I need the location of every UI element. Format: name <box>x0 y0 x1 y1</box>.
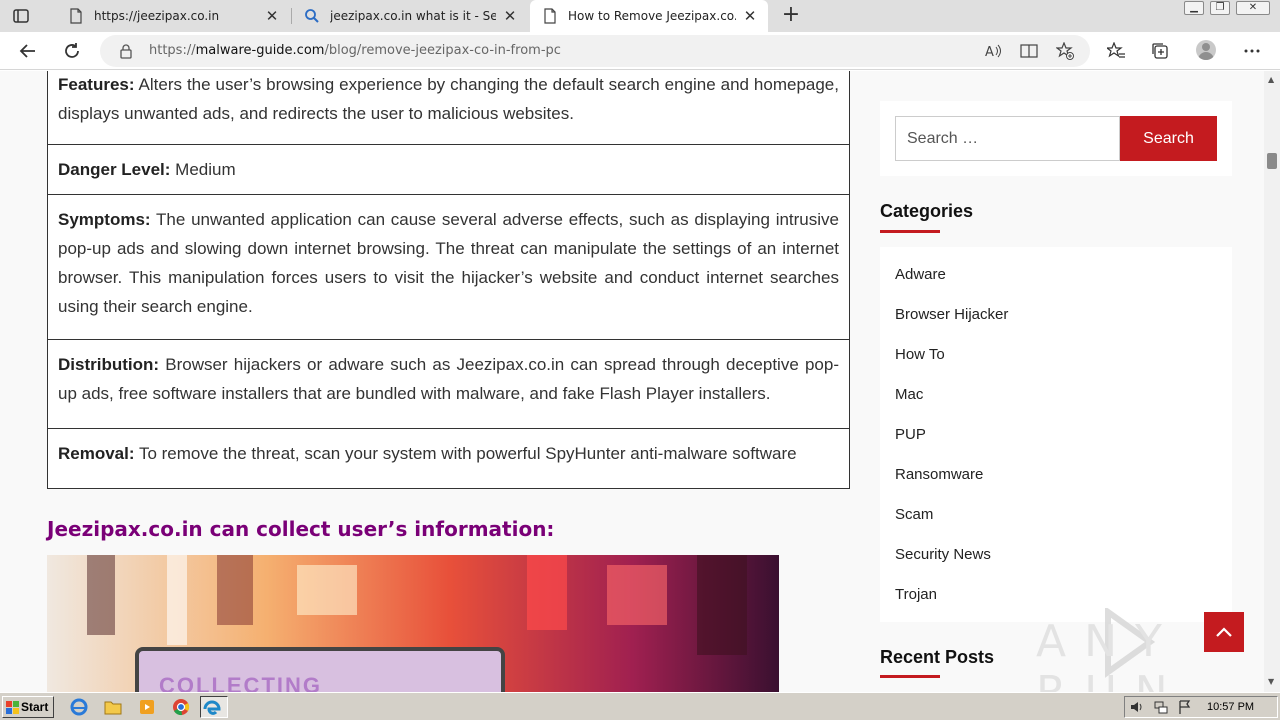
web-page: Features: Alters the user’s browsing exp… <box>0 71 1264 692</box>
svg-text:A: A <box>985 45 994 60</box>
title-underline <box>880 675 940 678</box>
category-link[interactable]: Ransomware <box>895 466 983 483</box>
categories-list: Adware Browser Hijacker How To Mac PUP R… <box>880 247 1232 622</box>
volume-icon[interactable] <box>1129 699 1145 715</box>
start-button[interactable]: Start <box>2 696 54 718</box>
row-label: Removal: <box>58 444 135 463</box>
search-widget: Search <box>880 101 1232 176</box>
category-link[interactable]: Browser Hijacker <box>895 306 1008 323</box>
immersive-reader-icon[interactable] <box>1020 42 1038 60</box>
new-tab-button[interactable]: + <box>780 4 802 26</box>
vertical-scrollbar[interactable]: ▲ ▼ <box>1264 71 1280 692</box>
edge-taskbar-button[interactable] <box>200 696 228 718</box>
media-player-icon[interactable] <box>136 696 158 718</box>
category-link[interactable]: PUP <box>895 426 926 443</box>
tab-title: jeezipax.co.in what is it - Search <box>330 9 496 23</box>
url-text[interactable]: https://malware-guide.com/blog/remove-je… <box>149 43 561 58</box>
internet-explorer-icon[interactable] <box>68 696 90 718</box>
read-aloud-icon[interactable]: A <box>984 42 1002 60</box>
back-to-top-button[interactable] <box>1204 612 1244 652</box>
category-link[interactable]: Scam <box>895 506 933 523</box>
row-label: Symptoms: <box>58 210 151 229</box>
back-icon[interactable] <box>17 40 39 62</box>
lock-icon[interactable] <box>118 43 134 59</box>
category-link[interactable]: Trojan <box>895 586 937 603</box>
row-text: Alters the user’s browsing experience by… <box>58 75 839 123</box>
start-label: Start <box>21 700 49 714</box>
removal-row: Removal: To remove the threat, scan your… <box>48 428 849 488</box>
system-tray <box>1124 696 1278 718</box>
category-link[interactable]: Security News <box>895 546 991 563</box>
more-options-icon[interactable] <box>1243 42 1261 60</box>
article-image: COLLECTING <box>47 555 779 692</box>
title-underline <box>880 230 940 233</box>
edge-icon <box>203 700 221 715</box>
search-icon <box>305 9 319 23</box>
categories-title: Categories <box>880 201 974 221</box>
clock: 10:57 PM <box>1207 701 1255 713</box>
address-bar[interactable]: https://malware-guide.com/blog/remove-je… <box>100 35 1090 67</box>
row-text: Medium <box>175 160 236 179</box>
recent-posts-title: Recent Posts <box>880 647 995 667</box>
category-link[interactable]: Adware <box>895 266 946 283</box>
row-text: The unwanted application can cause sever… <box>58 210 839 316</box>
row-label: Features: <box>58 75 135 94</box>
row-label: Distribution: <box>58 355 160 374</box>
close-window-button[interactable]: ✕ <box>1236 1 1270 15</box>
threat-info-table: Features: Alters the user’s browsing exp… <box>47 71 850 489</box>
minimize-button[interactable]: ▁ <box>1184 1 1204 15</box>
scrollbar-thumb[interactable] <box>1267 153 1277 169</box>
navigation-bar: https://malware-guide.com/blog/remove-je… <box>0 32 1280 70</box>
chevron-up-icon <box>1216 627 1232 637</box>
section-heading: Jeezipax.co.in can collect user’s inform… <box>47 517 555 541</box>
refresh-icon[interactable] <box>61 40 83 62</box>
profile-avatar[interactable] <box>1196 40 1216 60</box>
tab-jeezipax[interactable]: https://jeezipax.co.in ✕ <box>56 0 290 32</box>
collections-icon[interactable] <box>1151 42 1169 60</box>
row-text: Browser hijackers or adware such as Jeez… <box>58 355 839 403</box>
folder-icon[interactable] <box>102 696 124 718</box>
close-icon[interactable]: ✕ <box>502 8 518 24</box>
tab-how-to-remove[interactable]: How to Remove Jeezipax.co.in f ✕ <box>530 0 768 32</box>
row-label: Danger Level: <box>58 160 171 179</box>
taskbar: Start 10:57 PM <box>0 692 1280 720</box>
add-favorite-icon[interactable] <box>1056 42 1074 60</box>
category-link[interactable]: Mac <box>895 386 923 403</box>
tab-search[interactable]: jeezipax.co.in what is it - Search ✕ <box>292 0 528 32</box>
tab-strip: https://jeezipax.co.in ✕ jeezipax.co.in … <box>0 0 1280 32</box>
url-host: malware-guide.com <box>195 43 325 58</box>
tab-title: How to Remove Jeezipax.co.in f <box>568 9 736 23</box>
flag-icon[interactable] <box>1177 699 1193 715</box>
category-link[interactable]: How To <box>895 346 945 363</box>
favorites-icon[interactable] <box>1107 42 1125 60</box>
danger-level-row: Danger Level: Medium <box>48 144 849 194</box>
tab-title: https://jeezipax.co.in <box>94 9 220 23</box>
network-icon[interactable] <box>1153 699 1169 715</box>
chrome-icon[interactable] <box>170 696 192 718</box>
url-prefix: https:// <box>149 43 196 58</box>
scroll-up-arrow[interactable]: ▲ <box>1268 75 1274 84</box>
features-row: Features: Alters the user’s browsing exp… <box>48 71 849 144</box>
restore-button[interactable]: ❐ <box>1210 1 1230 15</box>
close-icon[interactable]: ✕ <box>264 8 280 24</box>
tab-actions-icon[interactable] <box>12 7 30 25</box>
symptoms-row: Symptoms: The unwanted application can c… <box>48 194 849 339</box>
windows-flag-icon <box>6 701 19 714</box>
page-icon <box>544 8 556 24</box>
search-input[interactable] <box>895 116 1120 161</box>
distribution-row: Distribution: Browser hijackers or adwar… <box>48 339 849 428</box>
image-caption-text: COLLECTING <box>159 673 322 692</box>
row-text: To remove the threat, scan your system w… <box>138 444 797 463</box>
url-path: /blog/remove-jeezipax-co-in-from-pc <box>324 43 561 58</box>
page-icon <box>70 8 82 24</box>
scroll-down-arrow[interactable]: ▼ <box>1268 677 1274 686</box>
close-icon[interactable]: ✕ <box>742 8 758 24</box>
laptop-screen: COLLECTING <box>135 647 505 692</box>
search-button[interactable]: Search <box>1120 116 1217 161</box>
